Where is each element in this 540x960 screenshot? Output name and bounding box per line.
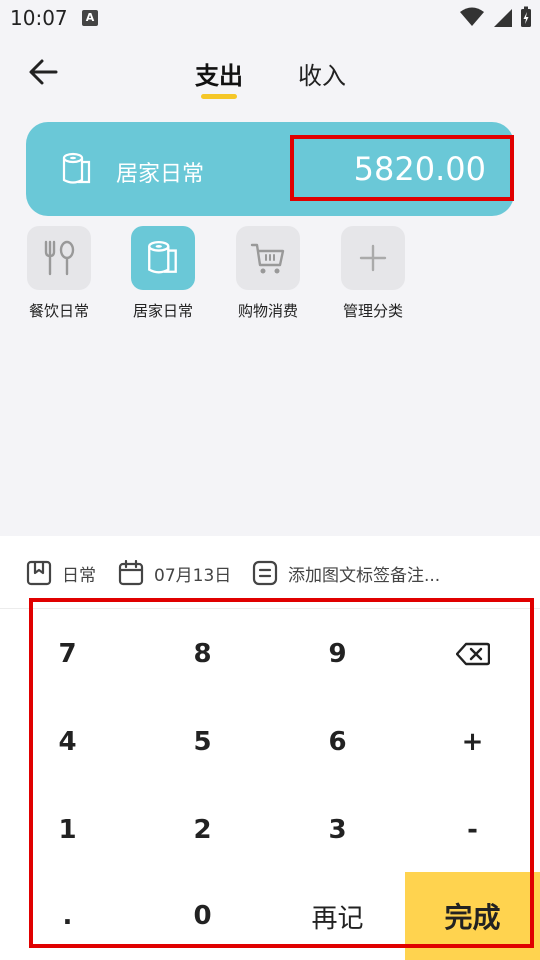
note-input[interactable]: 添加图文标签备注... xyxy=(252,560,440,586)
book-label: 日常 xyxy=(62,565,96,586)
tab-expense[interactable]: 支出 xyxy=(195,56,243,91)
category-tile xyxy=(341,226,405,290)
signal-icon xyxy=(494,9,512,27)
calendar-icon xyxy=(118,560,144,586)
category-tile xyxy=(236,226,300,290)
back-arrow-icon[interactable] xyxy=(26,54,62,90)
category-label: 管理分类 xyxy=(342,302,403,320)
date-label: 07月13日 xyxy=(154,565,232,586)
category-label: 购物消费 xyxy=(237,302,298,320)
note-icon xyxy=(252,560,278,586)
amount-highlight-box xyxy=(290,135,514,201)
category-household[interactable]: 居家日常 xyxy=(126,226,200,321)
book-selector[interactable]: 日常 xyxy=(26,560,96,586)
category-tile xyxy=(131,226,195,290)
wifi-icon xyxy=(460,7,484,26)
status-bar: 10:07 A xyxy=(0,0,540,36)
paper-roll-icon xyxy=(62,152,91,184)
plus-icon xyxy=(359,244,387,272)
status-time: 10:07 xyxy=(10,6,68,30)
category-manage[interactable]: 管理分类 xyxy=(336,226,410,321)
category-label: 居家日常 xyxy=(132,302,193,320)
notification-a-icon: A xyxy=(82,10,98,26)
category-label: 餐饮日常 xyxy=(28,302,89,320)
bookmark-icon xyxy=(26,560,52,586)
shopping-cart-icon xyxy=(250,243,285,274)
note-placeholder: 添加图文标签备注... xyxy=(288,565,441,586)
tab-income[interactable]: 收入 xyxy=(298,56,346,91)
category-dining[interactable]: 餐饮日常 xyxy=(22,226,96,321)
active-tab-indicator xyxy=(201,94,237,99)
date-selector[interactable]: 07月13日 xyxy=(118,560,231,586)
category-shopping[interactable]: 购物消费 xyxy=(231,226,305,321)
paper-roll-icon xyxy=(148,240,177,274)
keypad-highlight-box xyxy=(29,598,534,948)
top-header: 支出 收入 xyxy=(0,40,540,104)
fork-spoon-icon xyxy=(44,240,75,276)
category-tile xyxy=(27,226,91,290)
battery-icon xyxy=(521,6,531,27)
selected-category-label: 居家日常 xyxy=(116,162,205,187)
status-icons xyxy=(460,6,532,28)
